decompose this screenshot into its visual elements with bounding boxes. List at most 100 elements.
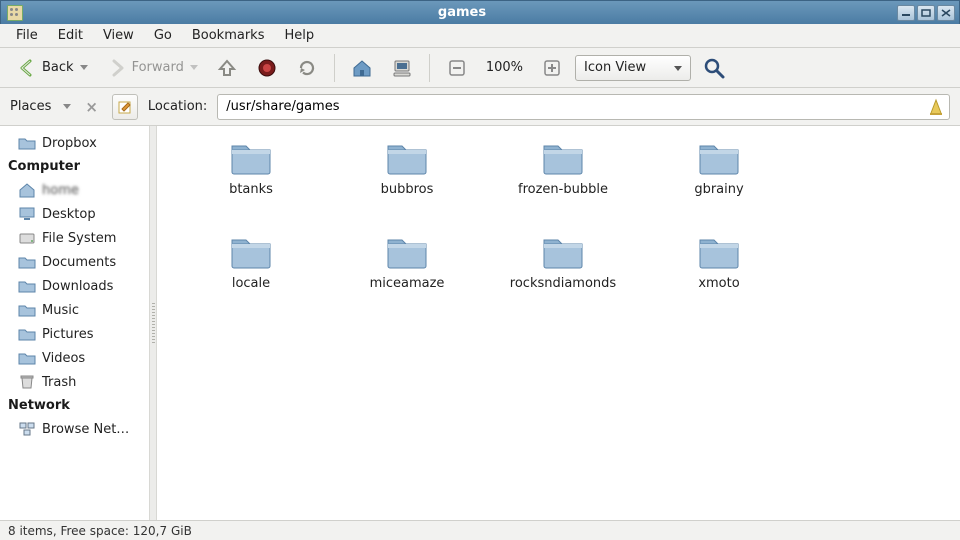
sidebar-item-label: Trash xyxy=(42,375,76,390)
sidebar-item-label: File System xyxy=(42,231,116,246)
folder-icon xyxy=(18,135,36,151)
menu-go[interactable]: Go xyxy=(146,25,180,46)
forward-dropdown-icon xyxy=(190,65,198,70)
sidebar-item-label: Videos xyxy=(42,351,85,366)
places-label: Places xyxy=(10,99,51,114)
folder-icon xyxy=(18,254,36,270)
trash-icon xyxy=(18,374,36,390)
back-icon xyxy=(16,57,38,79)
back-button[interactable]: Back xyxy=(10,53,94,83)
forward-icon xyxy=(106,57,128,79)
folder-item[interactable]: btanks xyxy=(175,138,327,226)
sidebar-item-label: Documents xyxy=(42,255,116,270)
sidebar-item-documents[interactable]: Documents xyxy=(0,250,149,274)
sidebar-item-music[interactable]: Music xyxy=(0,298,149,322)
search-button[interactable] xyxy=(697,53,731,83)
toolbar: Back Forward 1 xyxy=(0,48,960,88)
sidebar-item-home[interactable]: home xyxy=(0,178,149,202)
folder-icon xyxy=(382,138,432,178)
pane-splitter[interactable] xyxy=(150,126,157,520)
toolbar-separator xyxy=(334,54,335,82)
up-button[interactable] xyxy=(210,53,244,83)
window-title: games xyxy=(27,5,897,20)
folder-label: miceamaze xyxy=(370,276,445,291)
location-label: Location: xyxy=(148,99,207,114)
folder-label: frozen-bubble xyxy=(518,182,608,197)
sidebar-item-label: Dropbox xyxy=(42,136,97,151)
location-input[interactable] xyxy=(217,94,950,120)
folder-label: bubbros xyxy=(381,182,434,197)
folder-icon xyxy=(18,350,36,366)
view-mode-select[interactable]: Icon View xyxy=(575,55,691,81)
sidebar-network-header: Network xyxy=(0,394,149,417)
forward-button: Forward xyxy=(100,53,204,83)
network-icon xyxy=(18,421,36,437)
sidebar-item-filesystem[interactable]: File System xyxy=(0,226,149,250)
folder-icon xyxy=(18,278,36,294)
menu-edit[interactable]: Edit xyxy=(50,25,91,46)
sidebar-item-label: Music xyxy=(42,303,79,318)
sidebar-item-videos[interactable]: Videos xyxy=(0,346,149,370)
back-dropdown-icon[interactable] xyxy=(80,65,88,70)
sidebar: Bookmarks Dropbox Computer home Desktop … xyxy=(0,126,150,520)
folder-item[interactable]: rocksndiamonds xyxy=(487,232,639,320)
folder-label: xmoto xyxy=(698,276,739,291)
sidebar-item-label: Desktop xyxy=(42,207,96,222)
places-dropdown-icon[interactable] xyxy=(63,104,71,109)
sidebar-item-browse-network[interactable]: Browse Net… xyxy=(0,417,149,441)
folder-icon xyxy=(18,302,36,318)
zoom-out-button[interactable] xyxy=(440,53,474,83)
folder-icon xyxy=(694,138,744,178)
folder-item[interactable]: locale xyxy=(175,232,327,320)
sidebar-item-pictures[interactable]: Pictures xyxy=(0,322,149,346)
window-buttons xyxy=(897,5,955,21)
folder-label: btanks xyxy=(229,182,273,197)
menu-help[interactable]: Help xyxy=(276,25,322,46)
folder-item[interactable]: gbrainy xyxy=(643,138,795,226)
minimize-button[interactable] xyxy=(897,5,915,21)
zoom-in-icon xyxy=(541,57,563,79)
zoom-level-label: 100% xyxy=(480,60,529,75)
disk-icon xyxy=(18,230,36,246)
stop-button[interactable] xyxy=(250,53,284,83)
folder-item[interactable]: xmoto xyxy=(643,232,795,320)
sidebar-item-label: Downloads xyxy=(42,279,113,294)
folder-item[interactable]: miceamaze xyxy=(331,232,483,320)
statusbar-text: 8 items, Free space: 120,7 GiB xyxy=(8,524,192,538)
sidebar-item-desktop[interactable]: Desktop xyxy=(0,202,149,226)
folder-item[interactable]: frozen-bubble xyxy=(487,138,639,226)
sidebar-item-dropbox[interactable]: Dropbox xyxy=(0,131,149,155)
search-icon xyxy=(703,57,725,79)
app-icon xyxy=(7,5,23,21)
sidebar-computer-header: Computer xyxy=(0,155,149,178)
up-icon xyxy=(216,57,238,79)
back-label: Back xyxy=(42,60,74,75)
menu-file[interactable]: File xyxy=(8,25,46,46)
body: Bookmarks Dropbox Computer home Desktop … xyxy=(0,126,960,520)
close-button[interactable] xyxy=(937,5,955,21)
folder-icon xyxy=(226,138,276,178)
pencil-icon xyxy=(117,99,133,115)
sidebar-item-label: home xyxy=(42,183,79,198)
statusbar: 8 items, Free space: 120,7 GiB xyxy=(0,520,960,540)
maximize-button[interactable] xyxy=(917,5,935,21)
desktop-icon xyxy=(18,206,36,222)
location-bar: Places × Location: xyxy=(0,88,960,126)
clear-icon[interactable] xyxy=(928,98,944,116)
reload-button[interactable] xyxy=(290,53,324,83)
home-icon xyxy=(351,57,373,79)
zoom-in-button[interactable] xyxy=(535,53,569,83)
sidebar-item-downloads[interactable]: Downloads xyxy=(0,274,149,298)
icon-view[interactable]: btanks bubbros frozen-bubble gbrainy loc… xyxy=(157,126,960,520)
folder-item[interactable]: bubbros xyxy=(331,138,483,226)
forward-label: Forward xyxy=(132,60,184,75)
computer-button[interactable] xyxy=(385,53,419,83)
close-sidebar-button[interactable]: × xyxy=(81,98,102,116)
menu-view[interactable]: View xyxy=(95,25,142,46)
edit-location-button[interactable] xyxy=(112,94,138,120)
menu-bookmarks[interactable]: Bookmarks xyxy=(184,25,273,46)
sidebar-item-trash[interactable]: Trash xyxy=(0,370,149,394)
home-button[interactable] xyxy=(345,53,379,83)
folder-icon xyxy=(538,138,588,178)
menubar: File Edit View Go Bookmarks Help xyxy=(0,24,960,48)
